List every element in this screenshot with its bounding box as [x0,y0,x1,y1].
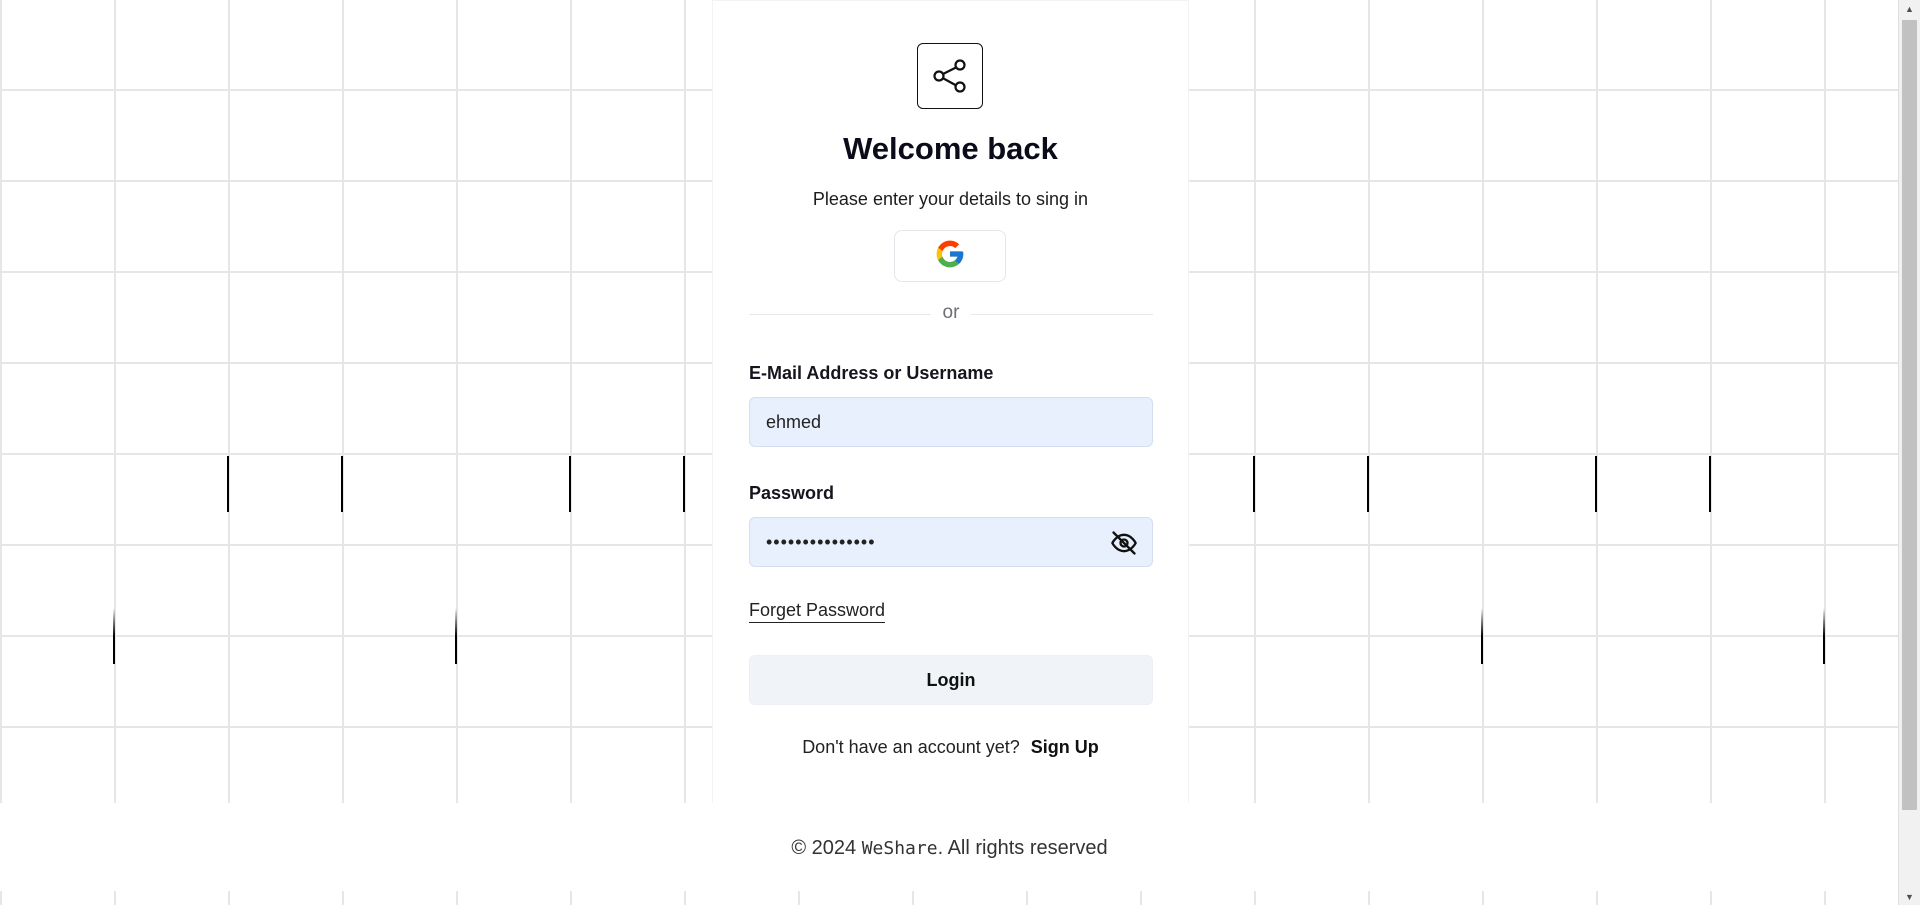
grid-beam [341,456,343,512]
email-value: ehmed [766,411,822,432]
scroll-up-arrow-icon[interactable]: ▲ [1899,0,1920,17]
vertical-scrollbar[interactable]: ▲ ▼ [1898,0,1920,905]
or-divider: or [749,302,1153,324]
grid-beam [1595,456,1597,512]
google-icon [934,238,966,275]
email-field[interactable]: ehmed [749,397,1153,447]
grid-beam [1481,608,1483,664]
divider-line [971,314,1153,315]
grid-beam [1709,456,1711,512]
scroll-down-arrow-icon[interactable]: ▼ [1899,888,1920,905]
login-button[interactable]: Login [749,655,1153,705]
grid-beam [455,608,457,664]
grid-beam [1253,456,1255,512]
login-card: Welcome back Please enter your details t… [712,0,1189,805]
copyright-suffix: . All rights reserved [937,837,1108,859]
copyright-prefix: © 2024 [791,837,857,859]
password-label: Password [749,483,835,503]
eye-off-icon[interactable] [1110,529,1138,557]
google-sign-in-button[interactable] [894,230,1006,282]
grid-beam [683,456,685,512]
email-label: E-Mail Address or Username [749,363,994,383]
grid-beam [227,456,229,512]
divider-text: or [942,302,960,323]
grid-beam [113,608,115,664]
sign-up-link[interactable]: Sign Up [1031,737,1099,757]
password-field[interactable]: ••••••••••••••• [749,517,1153,567]
page-title: Welcome back [843,131,1058,166]
signup-prompt: Don't have an account yet? [802,737,1020,757]
footer: © 2024 WeShare. All rights reserved [0,803,1899,891]
share-nodes-icon [917,43,983,109]
signup-row: Don't have an account yet? Sign Up [713,737,1188,758]
grid-beam [569,456,571,512]
scroll-thumb[interactable] [1902,20,1917,810]
brand-name: WeShare [861,838,938,859]
grid-beam [1367,456,1369,512]
forget-password-link[interactable]: Forget Password [749,600,886,623]
grid-beam [1823,608,1825,664]
password-value: ••••••••••••••• [766,531,876,552]
page-subtitle: Please enter your details to sing in [812,189,1089,209]
